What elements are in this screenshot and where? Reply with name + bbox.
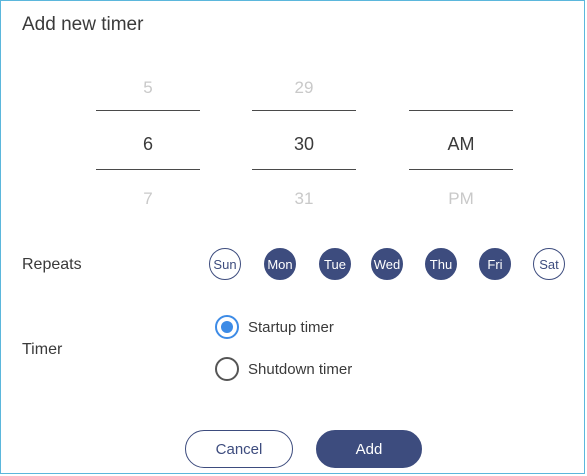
minute-picker[interactable]: 29 30 31 bbox=[252, 61, 356, 221]
period-divider-top bbox=[409, 110, 513, 111]
timer-label: Timer bbox=[22, 341, 63, 358]
hour-current-value[interactable]: 6 bbox=[96, 134, 200, 155]
period-divider-bottom bbox=[409, 169, 513, 170]
hour-prev-value[interactable]: 5 bbox=[96, 78, 200, 98]
day-toggle-fri[interactable]: Fri bbox=[479, 248, 511, 280]
cancel-button[interactable]: Cancel bbox=[185, 430, 293, 468]
add-timer-dialog: Add new timer 5 6 7 29 30 31 AM PM Repea… bbox=[0, 0, 585, 474]
minute-divider-bottom bbox=[252, 169, 356, 170]
period-picker[interactable]: AM PM bbox=[409, 61, 513, 221]
add-button[interactable]: Add bbox=[316, 430, 422, 468]
minute-current-value[interactable]: 30 bbox=[252, 134, 356, 155]
day-toggle-sun[interactable]: Sun bbox=[209, 248, 241, 280]
day-toggle-tue[interactable]: Tue bbox=[319, 248, 351, 280]
hour-divider-bottom bbox=[96, 169, 200, 170]
shutdown-timer-option[interactable]: Shutdown timer bbox=[215, 356, 352, 382]
minute-next-value[interactable]: 31 bbox=[252, 189, 356, 209]
minute-prev-value[interactable]: 29 bbox=[252, 78, 356, 98]
startup-timer-label: Startup timer bbox=[248, 318, 334, 336]
dialog-title: Add new timer bbox=[22, 14, 144, 35]
day-toggle-thu[interactable]: Thu bbox=[425, 248, 457, 280]
hour-next-value[interactable]: 7 bbox=[96, 189, 200, 209]
radio-checked-icon[interactable] bbox=[215, 315, 239, 339]
shutdown-timer-label: Shutdown timer bbox=[248, 360, 353, 378]
hour-picker[interactable]: 5 6 7 bbox=[96, 61, 200, 221]
minute-divider-top bbox=[252, 110, 356, 111]
day-toggle-mon[interactable]: Mon bbox=[264, 248, 296, 280]
day-toggle-wed[interactable]: Wed bbox=[371, 248, 403, 280]
period-next-value[interactable]: PM bbox=[409, 189, 513, 209]
repeats-label: Repeats bbox=[22, 256, 82, 273]
startup-timer-option[interactable]: Startup timer bbox=[215, 314, 334, 340]
period-current-value[interactable]: AM bbox=[409, 134, 513, 155]
radio-unchecked-icon[interactable] bbox=[215, 357, 239, 381]
hour-divider-top bbox=[96, 110, 200, 111]
day-toggle-sat[interactable]: Sat bbox=[533, 248, 565, 280]
